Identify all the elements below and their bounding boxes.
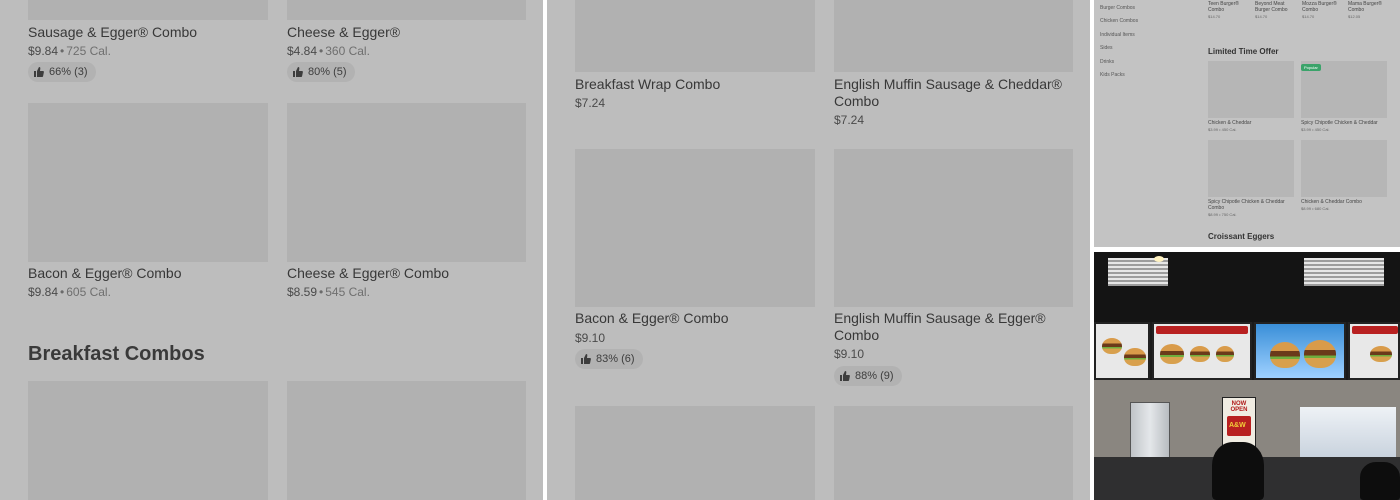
thumbs-up-icon xyxy=(34,67,44,77)
customer-silhouette xyxy=(1212,442,1264,500)
burger-image xyxy=(1270,342,1300,368)
item-image-placeholder[interactable] xyxy=(287,0,526,20)
mini-item-name[interactable]: Chicken & Cheddar xyxy=(1208,120,1251,126)
item-image-placeholder[interactable] xyxy=(28,381,268,500)
item-name[interactable]: Breakfast Wrap Combo xyxy=(575,76,720,93)
item-name[interactable]: Sausage & Egger® Combo xyxy=(28,24,197,41)
item-image-placeholder[interactable] xyxy=(575,0,815,72)
mini-item-name[interactable]: Mozza Burger® Combo xyxy=(1302,1,1342,13)
item-image-placeholder[interactable] xyxy=(28,0,268,20)
customer-silhouette xyxy=(1360,462,1400,500)
ceiling-vent xyxy=(1108,258,1168,286)
mini-item-price: $8.99 • 680 Cal. xyxy=(1301,206,1330,211)
category-link[interactable]: Drinks xyxy=(1100,59,1114,65)
ceiling-vent xyxy=(1304,258,1384,286)
burger-image xyxy=(1216,346,1234,362)
mini-item-price: $3.99 • 450 Cal. xyxy=(1208,127,1237,132)
window xyxy=(1300,407,1396,457)
poster-text: NOW OPEN xyxy=(1230,401,1248,413)
item-price: $4.84 • 360 Cal. xyxy=(287,44,370,58)
item-price: $9.10 xyxy=(575,331,606,345)
item-name[interactable]: English Muffin Sausage & Cheddar® Combo xyxy=(834,76,1069,110)
menu-panel-left: Sausage & Egger® Combo $9.84 • 725 Cal. 66… xyxy=(0,0,543,500)
item-name[interactable]: Bacon & Egger® Combo xyxy=(28,265,182,282)
burger-image xyxy=(1304,340,1336,368)
menu-board xyxy=(1094,322,1150,380)
category-link[interactable]: Chicken Combos xyxy=(1100,18,1138,24)
item-price: $7.24 xyxy=(834,113,865,127)
category-link[interactable]: Kids Packs xyxy=(1100,72,1125,78)
mini-item-name[interactable]: Spicy Chipotle Chicken & Cheddar Combo xyxy=(1208,199,1294,211)
menu-panel-middle: Breakfast Wrap Combo $7.24 English Muffi… xyxy=(547,0,1090,500)
poster-logo: A&W xyxy=(1229,422,1246,429)
thumbs-up-icon xyxy=(840,371,850,381)
item-price: $7.24 xyxy=(575,96,606,110)
promo-poster: NOW OPEN A&W xyxy=(1222,397,1256,447)
mini-item-price: $8.99 • 750 Cal. xyxy=(1208,212,1237,217)
mini-item-name[interactable]: Mama Burger® Combo xyxy=(1348,1,1388,13)
mini-item-name[interactable]: Beyond Meat Burger Combo xyxy=(1255,1,1295,13)
item-name[interactable]: Cheese & Egger® xyxy=(287,24,400,41)
section-title: Limited Time Offer xyxy=(1208,47,1279,56)
burger-image xyxy=(1102,338,1122,354)
item-image-placeholder[interactable] xyxy=(1208,140,1294,197)
item-price: $9.84 • 725 Cal. xyxy=(28,44,111,58)
item-image-placeholder[interactable] xyxy=(28,103,268,262)
item-price: $9.10 xyxy=(834,347,865,361)
item-image-placeholder[interactable] xyxy=(834,149,1073,307)
burger-image xyxy=(1124,348,1146,366)
item-image-placeholder[interactable] xyxy=(834,406,1073,500)
item-image-placeholder[interactable] xyxy=(575,406,815,500)
thumbs-up-icon xyxy=(581,354,591,364)
item-image-placeholder[interactable] xyxy=(1208,61,1294,118)
board-header xyxy=(1156,326,1248,334)
popular-badge: Popular xyxy=(1301,64,1321,71)
item-image-placeholder[interactable] xyxy=(575,149,815,307)
board-header xyxy=(1352,326,1398,334)
mini-item-price: $14.70 xyxy=(1302,14,1315,19)
item-image-placeholder[interactable] xyxy=(287,103,526,262)
item-name[interactable]: Cheese & Egger® Combo xyxy=(287,265,449,282)
restaurant-photo: NOW OPEN A&W xyxy=(1094,252,1400,500)
category-link[interactable]: Burger Combos xyxy=(1100,5,1135,11)
menu-board xyxy=(1254,322,1346,380)
mini-item-price: $3.99 • 450 Cal. xyxy=(1301,127,1330,132)
menu-board xyxy=(1152,322,1252,380)
rating-badge: 88% (9) xyxy=(834,366,902,386)
thumbs-up-icon xyxy=(293,67,303,77)
menu-overview-panel: Burger Combos Chicken Combos Individual … xyxy=(1094,0,1400,247)
mini-item-name[interactable]: Teen Burger® Combo xyxy=(1208,1,1248,13)
mini-item-name[interactable]: Spicy Chipotle Chicken & Cheddar xyxy=(1301,120,1378,126)
mini-item-price: $14.70 xyxy=(1255,14,1268,19)
ceiling-light xyxy=(1154,256,1164,262)
rating-badge: 80% (5) xyxy=(287,62,355,82)
rating-badge: 83% (6) xyxy=(575,349,643,369)
burger-image xyxy=(1160,344,1184,364)
item-image-placeholder[interactable] xyxy=(287,381,526,500)
section-title: Croissant Eggers xyxy=(1208,232,1275,241)
category-link[interactable]: Sides xyxy=(1100,45,1113,51)
mini-item-price: $12.05 xyxy=(1348,14,1361,19)
item-image-placeholder[interactable] xyxy=(1301,140,1387,197)
rating-badge: 66% (3) xyxy=(28,62,96,82)
item-name[interactable]: English Muffin Sausage & Egger® Combo xyxy=(834,310,1069,344)
burger-image xyxy=(1370,346,1392,362)
section-title: Breakfast Combos xyxy=(28,343,205,365)
category-link[interactable]: Individual Items xyxy=(1100,32,1135,38)
burger-image xyxy=(1190,346,1210,362)
mini-item-name[interactable]: Chicken & Cheddar Combo xyxy=(1301,199,1362,205)
item-name[interactable]: Bacon & Egger® Combo xyxy=(575,310,729,327)
mini-item-price: $14.70 xyxy=(1208,14,1221,19)
item-image-placeholder[interactable] xyxy=(834,0,1073,72)
menu-board xyxy=(1348,322,1400,380)
item-price: $8.59 • 545 Cal. xyxy=(287,285,370,299)
item-price: $9.84 • 605 Cal. xyxy=(28,285,111,299)
